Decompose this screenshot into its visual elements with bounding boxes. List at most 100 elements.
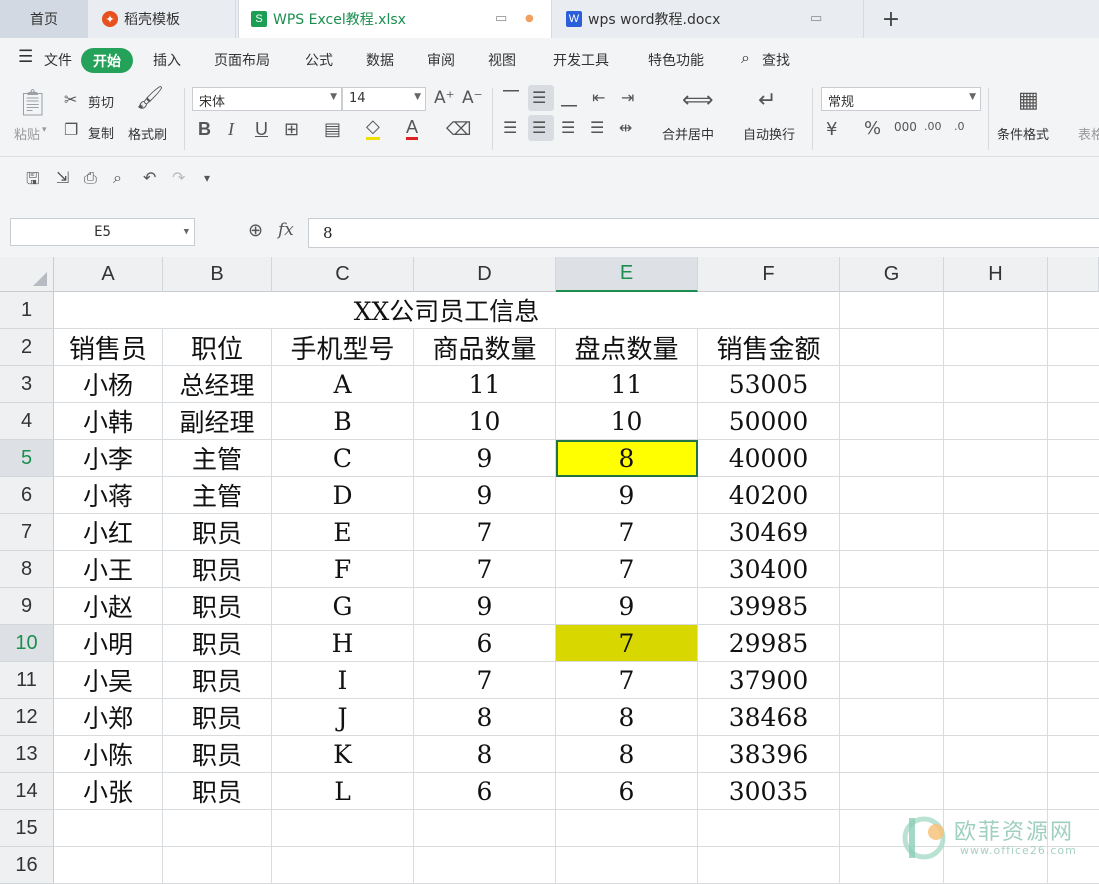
- data-cell[interactable]: 9: [556, 477, 698, 514]
- data-cell[interactable]: 总经理: [163, 366, 272, 403]
- column-header-h[interactable]: H: [944, 257, 1048, 292]
- data-cell[interactable]: 39985: [698, 588, 840, 625]
- data-cell[interactable]: 职员: [163, 773, 272, 810]
- bold-icon[interactable]: B: [198, 119, 211, 140]
- row-header-9[interactable]: 9: [0, 588, 54, 625]
- data-cell[interactable]: 职员: [163, 625, 272, 662]
- data-cell[interactable]: 38468: [698, 699, 840, 736]
- data-cell[interactable]: 职员: [163, 736, 272, 773]
- data-cell[interactable]: 9: [414, 440, 556, 477]
- selected-cell-e5[interactable]: 8: [556, 440, 698, 477]
- cell[interactable]: [840, 551, 944, 588]
- align-center-icon[interactable]: ☰: [532, 118, 546, 137]
- save-icon[interactable]: 🖫︎: [26, 168, 40, 195]
- cell-style-icon[interactable]: ▤: [324, 119, 341, 140]
- border-icon[interactable]: ⊞: [284, 119, 299, 140]
- data-cell[interactable]: 职员: [163, 588, 272, 625]
- menu-developer[interactable]: 开发工具: [553, 50, 609, 70]
- data-cell[interactable]: 30469: [698, 514, 840, 551]
- data-cell[interactable]: 8: [414, 699, 556, 736]
- menu-review[interactable]: 审阅: [427, 50, 455, 70]
- data-cell[interactable]: 7: [414, 551, 556, 588]
- cell[interactable]: [1048, 292, 1099, 329]
- data-cell[interactable]: 主管: [163, 477, 272, 514]
- data-cell[interactable]: 6: [556, 773, 698, 810]
- hamburger-icon[interactable]: ☰: [18, 47, 33, 67]
- merge-center-icon[interactable]: ⟺: [682, 88, 714, 113]
- data-cell[interactable]: 11: [556, 366, 698, 403]
- row-header-4[interactable]: 4: [0, 403, 54, 440]
- data-cell[interactable]: 小韩: [54, 403, 163, 440]
- cell[interactable]: [840, 329, 944, 366]
- row-header-7[interactable]: 7: [0, 514, 54, 551]
- title-cell[interactable]: XX公司员工信息: [54, 292, 840, 329]
- row-header-3[interactable]: 3: [0, 366, 54, 403]
- menu-start[interactable]: 开始: [81, 48, 133, 73]
- print-preview-icon[interactable]: ⌕: [113, 168, 122, 188]
- data-cell[interactable]: 职员: [163, 514, 272, 551]
- data-cell[interactable]: 38396: [698, 736, 840, 773]
- cell[interactable]: [1048, 662, 1099, 699]
- column-header-f[interactable]: F: [698, 257, 840, 292]
- cell[interactable]: [944, 440, 1048, 477]
- monitor-icon[interactable]: ▭: [810, 11, 822, 26]
- monitor-icon[interactable]: ▭: [495, 11, 507, 26]
- cell[interactable]: [54, 847, 163, 884]
- row-header-16[interactable]: 16: [0, 847, 54, 884]
- font-color-icon[interactable]: A: [406, 117, 419, 140]
- redo-icon[interactable]: ↷: [172, 168, 185, 187]
- select-all-corner[interactable]: [0, 257, 54, 292]
- cell[interactable]: [1048, 551, 1099, 588]
- header-cell[interactable]: 销售员: [54, 329, 163, 366]
- header-cell[interactable]: 销售金额: [698, 329, 840, 366]
- data-cell[interactable]: H: [272, 625, 414, 662]
- menu-special[interactable]: 特色功能: [648, 50, 704, 70]
- cell[interactable]: [272, 810, 414, 847]
- data-cell[interactable]: 主管: [163, 440, 272, 477]
- cell[interactable]: [944, 329, 1048, 366]
- decrease-font-icon[interactable]: A⁻: [462, 88, 483, 108]
- format-painter-button[interactable]: 格式刷: [128, 124, 167, 143]
- function-fx-icon[interactable]: fx: [278, 220, 294, 240]
- menu-file[interactable]: 文件: [44, 50, 72, 70]
- row-header-14[interactable]: 14: [0, 773, 54, 810]
- column-header-c[interactable]: C: [272, 257, 414, 292]
- data-cell[interactable]: A: [272, 366, 414, 403]
- menu-search[interactable]: 查找: [762, 50, 790, 70]
- cell[interactable]: [944, 477, 1048, 514]
- tab-word[interactable]: W wps word教程.docx ▭: [554, 0, 864, 38]
- column-header-overflow[interactable]: [1048, 257, 1099, 292]
- data-cell[interactable]: 小蒋: [54, 477, 163, 514]
- font-size-select[interactable]: 14 ▼: [342, 87, 426, 111]
- cell[interactable]: [840, 292, 944, 329]
- cell[interactable]: [1048, 403, 1099, 440]
- data-cell[interactable]: F: [272, 551, 414, 588]
- data-cell[interactable]: B: [272, 403, 414, 440]
- cell[interactable]: [840, 773, 944, 810]
- align-middle-icon[interactable]: ☰: [532, 88, 546, 107]
- fill-color-icon[interactable]: ◇: [366, 117, 380, 140]
- cell[interactable]: [1048, 477, 1099, 514]
- data-cell[interactable]: 小明: [54, 625, 163, 662]
- row-header-8[interactable]: 8: [0, 551, 54, 588]
- data-cell[interactable]: 37900: [698, 662, 840, 699]
- paste-icon[interactable]: 📋︎: [16, 88, 49, 118]
- decrease-decimal-icon[interactable]: .0: [954, 120, 965, 133]
- row-header-10[interactable]: 10: [0, 625, 54, 662]
- cell[interactable]: [944, 699, 1048, 736]
- paste-button[interactable]: 粘贴: [14, 124, 40, 143]
- data-cell[interactable]: 7: [414, 514, 556, 551]
- cell[interactable]: [840, 403, 944, 440]
- indent-decrease-icon[interactable]: ⇤: [592, 88, 605, 107]
- data-cell[interactable]: 50000: [698, 403, 840, 440]
- cell[interactable]: [840, 514, 944, 551]
- cell[interactable]: [944, 403, 1048, 440]
- data-cell[interactable]: 9: [414, 477, 556, 514]
- percent-icon[interactable]: %: [864, 118, 881, 139]
- copy-button[interactable]: 复制: [88, 123, 114, 142]
- data-cell[interactable]: 8: [414, 736, 556, 773]
- column-header-g[interactable]: G: [840, 257, 944, 292]
- data-cell[interactable]: I: [272, 662, 414, 699]
- data-cell[interactable]: 30400: [698, 551, 840, 588]
- new-tab-plus-icon[interactable]: +: [876, 4, 906, 34]
